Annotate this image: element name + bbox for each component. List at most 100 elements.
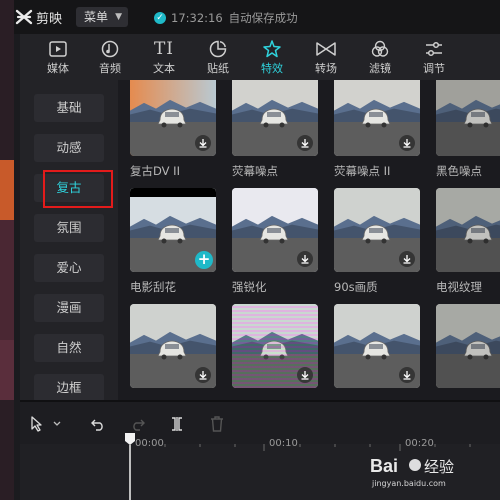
effect-card[interactable]: 强锐化 <box>232 188 318 295</box>
redo-button[interactable] <box>130 414 146 434</box>
category-basic[interactable]: 基础 <box>34 94 104 122</box>
download-icon[interactable] <box>297 135 313 151</box>
save-status-text: 自动保存成功 <box>228 11 298 25</box>
category-nature[interactable]: 自然 <box>34 334 104 362</box>
tick-label: 00:20 <box>405 438 434 449</box>
tab-filter[interactable]: 滤镜 <box>360 38 400 76</box>
effect-thumbnail[interactable] <box>232 304 318 388</box>
tab-filter-label: 滤镜 <box>369 62 391 75</box>
sticker-icon <box>209 40 227 58</box>
chevron-down-icon <box>53 421 61 426</box>
trash-icon <box>211 416 223 432</box>
effect-thumbnail[interactable] <box>334 304 420 388</box>
playhead[interactable] <box>124 432 136 500</box>
undo-button[interactable] <box>90 414 106 434</box>
effect-thumbnail[interactable] <box>436 80 500 156</box>
effect-card[interactable]: 黑色噪点 <box>436 80 500 179</box>
asset-toolbar: 媒体 音频 TI 文本 贴纸 特效 转场 滤镜 调节 <box>20 34 500 81</box>
redo-icon <box>133 419 145 431</box>
tab-transition-label: 转场 <box>315 62 337 75</box>
effect-card[interactable]: 90s画质 <box>334 188 420 295</box>
capcut-logo-icon <box>15 9 33 25</box>
category-dynamic[interactable]: 动感 <box>34 134 104 162</box>
split-button[interactable] <box>170 414 184 434</box>
effect-thumbnail[interactable] <box>232 188 318 272</box>
tab-audio[interactable]: 音频 <box>90 38 130 76</box>
select-tool-button[interactable] <box>30 414 62 434</box>
effect-label: 电视纹理 <box>436 280 482 294</box>
effect-card[interactable]: 荧幕噪点 <box>232 80 318 179</box>
media-icon <box>49 41 67 57</box>
effect-card[interactable]: + 电影刮花 <box>130 188 216 295</box>
tab-adjust[interactable]: 调节 <box>414 38 454 76</box>
check-icon: ✓ <box>154 12 166 24</box>
effect-thumbnail[interactable] <box>130 80 216 156</box>
effect-card[interactable] <box>436 304 500 388</box>
effect-thumbnail[interactable] <box>334 80 420 156</box>
undo-icon <box>91 419 103 431</box>
effect-card[interactable] <box>130 304 216 388</box>
effect-thumbnail[interactable] <box>130 304 216 388</box>
category-atmosphere[interactable]: 氛围 <box>34 214 104 242</box>
effect-thumbnail[interactable] <box>436 304 500 388</box>
download-icon[interactable] <box>297 367 313 383</box>
download-icon[interactable] <box>399 135 415 151</box>
menu-label: 菜单 <box>84 10 109 24</box>
transition-icon <box>316 42 336 56</box>
tab-media[interactable]: 媒体 <box>38 38 78 76</box>
annotation-highlight-box <box>43 170 113 208</box>
svg-text:jingyan.baidu.com: jingyan.baidu.com <box>371 479 446 488</box>
category-love[interactable]: 爱心 <box>34 254 104 282</box>
tab-audio-label: 音频 <box>99 62 121 75</box>
effect-thumbnail[interactable] <box>232 80 318 156</box>
svg-text:Bai: Bai <box>370 456 398 476</box>
download-icon[interactable] <box>297 251 313 267</box>
effects-grid: 复古DV II 荧幕噪点 荧幕噪点 II 黑色噪点 + 电影刮花 强锐化 90s画质 电视纹理 <box>118 80 500 400</box>
effect-thumbnail[interactable]: + <box>130 188 216 272</box>
effect-card[interactable] <box>334 304 420 388</box>
effects-icon <box>263 40 281 58</box>
baidu-paw-logo: Bai 经验 jingyan.baidu.com <box>370 456 454 488</box>
tab-sticker-label: 贴纸 <box>207 62 229 75</box>
menu-dropdown-button[interactable]: 菜单 ▼ <box>76 7 128 27</box>
tick-label: 00:00 <box>135 438 164 449</box>
tab-adjust-label: 调节 <box>423 62 445 75</box>
split-icon <box>172 417 182 431</box>
app-name: 剪映 <box>36 12 63 27</box>
chevron-down-icon: ▼ <box>115 12 122 22</box>
tab-media-label: 媒体 <box>47 62 69 75</box>
tab-effects[interactable]: 特效 <box>252 38 292 76</box>
category-comic[interactable]: 漫画 <box>34 294 104 322</box>
effect-thumbnail[interactable] <box>436 188 500 272</box>
effect-card[interactable] <box>232 304 318 388</box>
effect-card[interactable]: 复古DV II <box>130 80 216 179</box>
effect-label: 荧幕噪点 II <box>334 164 391 178</box>
download-icon[interactable] <box>195 135 211 151</box>
tab-sticker[interactable]: 贴纸 <box>198 38 238 76</box>
add-effect-icon[interactable]: + <box>195 251 213 269</box>
tab-text-label: 文本 <box>153 62 175 75</box>
text-icon: TI <box>153 39 175 59</box>
effect-label: 90s画质 <box>334 280 378 294</box>
background-window-strip <box>0 0 14 500</box>
download-icon[interactable] <box>399 367 415 383</box>
tab-transition[interactable]: 转场 <box>306 38 346 76</box>
baidu-jingyan-watermark: Bai 经验 jingyan.baidu.com <box>370 450 490 494</box>
download-icon[interactable] <box>399 251 415 267</box>
download-icon[interactable] <box>195 367 211 383</box>
effect-card[interactable]: 电视纹理 <box>436 188 500 295</box>
save-time: 17:32:16 <box>171 11 223 25</box>
category-border[interactable]: 边框 <box>34 374 104 402</box>
tab-text[interactable]: TI 文本 <box>144 38 184 76</box>
delete-button[interactable] <box>210 414 224 434</box>
effect-category-panel: 基础 动感 复古 氛围 爱心 漫画 自然 边框 <box>20 80 118 402</box>
audio-icon <box>101 40 119 58</box>
effect-label: 强锐化 <box>232 280 267 294</box>
adjust-icon <box>426 41 442 57</box>
effect-label: 复古DV II <box>130 164 180 178</box>
effect-card[interactable]: 荧幕噪点 II <box>334 80 420 179</box>
effect-thumbnail[interactable] <box>334 188 420 272</box>
filter-icon <box>371 40 389 57</box>
effect-label: 电影刮花 <box>130 280 176 294</box>
autosave-status: ✓ 17:32:16 自动保存成功 <box>154 10 298 26</box>
